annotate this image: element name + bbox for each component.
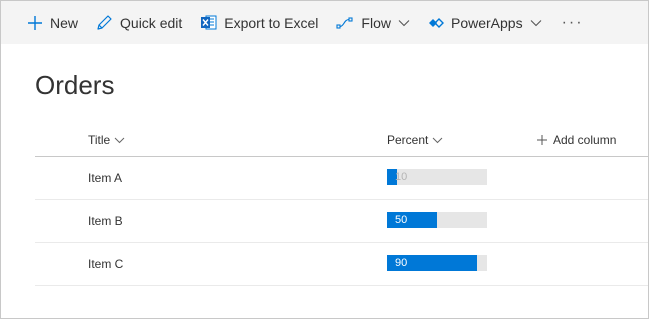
- row-title: Item B: [88, 214, 123, 228]
- powerapps-button[interactable]: PowerApps: [428, 1, 542, 44]
- flow-button[interactable]: Flow: [336, 1, 410, 44]
- table-row[interactable]: Item C 90: [35, 243, 648, 286]
- sharepoint-list-view: New Quick edit Export to Excel Flow Powe…: [0, 0, 649, 319]
- powerapps-label: PowerApps: [450, 14, 523, 31]
- percent-bar: 10: [387, 169, 487, 185]
- chevron-down-icon: [432, 137, 443, 144]
- export-label: Export to Excel: [224, 14, 319, 31]
- column-header-title[interactable]: Title: [88, 129, 125, 151]
- percent-value: 10: [395, 171, 408, 183]
- percent-bar: 90: [387, 255, 487, 271]
- percent-bar: 50: [387, 212, 487, 228]
- table-row[interactable]: Item A 10: [35, 157, 648, 200]
- table-row[interactable]: Item B 50: [35, 200, 648, 243]
- percent-value: 50: [395, 214, 408, 226]
- command-bar: New Quick edit Export to Excel Flow Powe…: [1, 1, 648, 44]
- column-header-title-label: Title: [88, 133, 111, 147]
- flow-icon: [336, 16, 354, 30]
- plus-icon: [27, 15, 43, 31]
- new-button[interactable]: New: [27, 1, 78, 44]
- powerapps-icon: [428, 17, 444, 29]
- chevron-down-icon: [398, 19, 410, 27]
- row-title: Item C: [88, 257, 124, 271]
- page-title: Orders: [35, 70, 115, 100]
- pencil-icon: [96, 14, 113, 31]
- plus-icon: [537, 135, 547, 145]
- quick-edit-label: Quick edit: [120, 14, 183, 31]
- excel-icon: [200, 14, 217, 31]
- add-column-button[interactable]: Add column: [537, 129, 616, 151]
- quick-edit-button[interactable]: Quick edit: [96, 1, 182, 44]
- export-to-excel-button[interactable]: Export to Excel: [200, 1, 318, 44]
- row-title: Item A: [88, 171, 123, 185]
- column-header-percent-label: Percent: [387, 133, 429, 147]
- chevron-down-icon: [530, 19, 542, 27]
- percent-value: 90: [395, 257, 408, 269]
- chevron-down-icon: [114, 137, 125, 144]
- add-column-label: Add column: [553, 133, 617, 147]
- new-label: New: [50, 14, 79, 31]
- column-header-percent[interactable]: Percent: [387, 129, 443, 151]
- more-options-icon[interactable]: ···: [562, 14, 584, 32]
- flow-label: Flow: [361, 14, 391, 31]
